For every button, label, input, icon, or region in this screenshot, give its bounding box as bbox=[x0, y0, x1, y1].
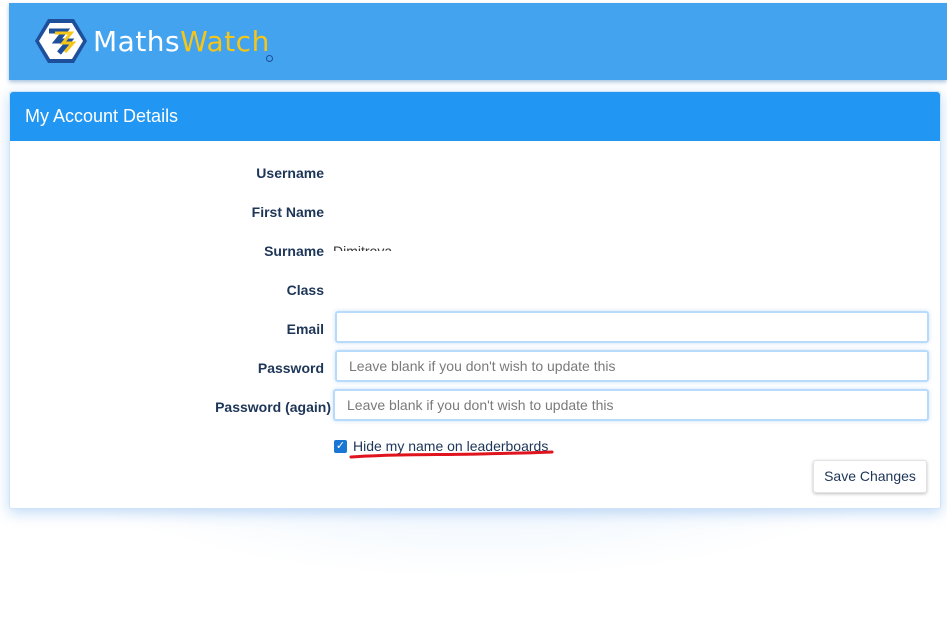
username-label: Username bbox=[256, 165, 324, 181]
password-label: Password bbox=[257, 360, 324, 376]
mathswatch-logo[interactable]: MathsWatch bbox=[35, 17, 275, 67]
account-details-panel: My Account Details Username First Name S… bbox=[9, 91, 941, 509]
logo-text-watch: Watch bbox=[180, 25, 270, 58]
password-input[interactable] bbox=[335, 350, 929, 382]
top-header: MathsWatch bbox=[9, 3, 947, 80]
password-again-input[interactable] bbox=[333, 389, 929, 421]
email-input[interactable] bbox=[335, 311, 929, 343]
password-again-row: Password (again) bbox=[10, 389, 940, 425]
logo-dot bbox=[266, 55, 273, 62]
class-row: Class bbox=[10, 272, 940, 308]
surname-value: Dimitrova bbox=[333, 243, 393, 251]
logo-text-maths: Maths bbox=[93, 25, 181, 58]
username-row: Username bbox=[10, 155, 940, 191]
surname-label: Surname bbox=[264, 243, 324, 259]
firstname-row: First Name bbox=[10, 194, 940, 230]
logo-hexagon-icon bbox=[35, 19, 87, 63]
panel-title: My Account Details bbox=[10, 92, 940, 141]
surname-row: Surname Dimitrova bbox=[10, 233, 940, 269]
password-again-label: Password (again) bbox=[215, 399, 331, 415]
red-underline-annotation bbox=[349, 450, 554, 459]
save-changes-button[interactable]: Save Changes bbox=[813, 460, 927, 493]
logo-text: MathsWatch bbox=[93, 25, 270, 58]
firstname-label: First Name bbox=[251, 204, 324, 220]
email-label: Email bbox=[286, 321, 324, 337]
password-row: Password bbox=[10, 350, 940, 386]
hide-name-checkbox[interactable]: ✓ bbox=[334, 440, 347, 453]
email-row: Email bbox=[10, 311, 940, 347]
class-label: Class bbox=[286, 282, 324, 298]
